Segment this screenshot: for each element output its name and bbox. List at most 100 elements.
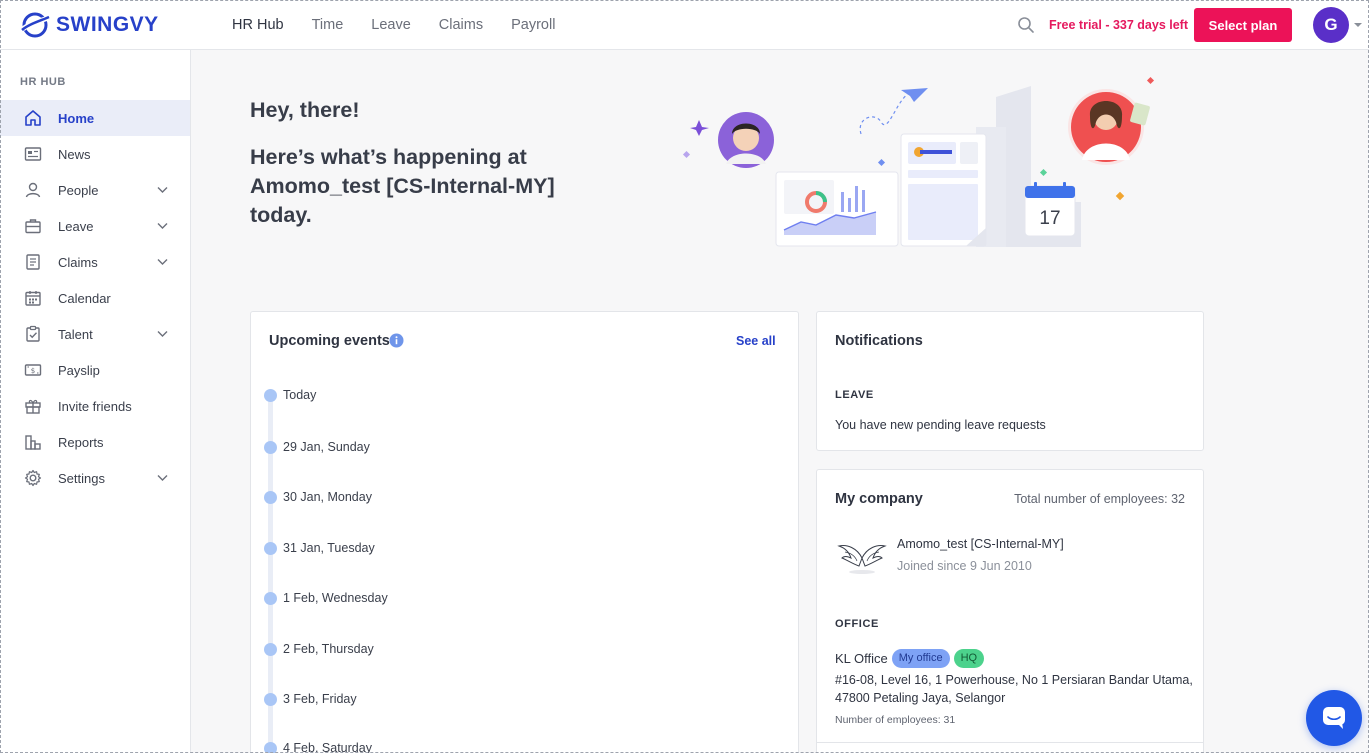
sidebar-item-settings[interactable]: Settings bbox=[0, 460, 190, 496]
timeline-dot bbox=[264, 440, 277, 454]
select-plan-button[interactable]: Select plan bbox=[1194, 8, 1292, 42]
gear-icon bbox=[24, 469, 42, 487]
sidebar-item-leave[interactable]: Leave bbox=[0, 208, 190, 244]
user-menu[interactable]: G bbox=[1313, 7, 1363, 43]
see-all-events-link[interactable]: See all bbox=[736, 334, 776, 348]
money-icon: $ bbox=[24, 364, 42, 376]
caret-down-icon[interactable] bbox=[1353, 20, 1363, 30]
event-day-label: 29 Jan, Sunday bbox=[283, 440, 370, 454]
sidebar-item-people[interactable]: People bbox=[0, 172, 190, 208]
sidebar-item-reports[interactable]: Reports bbox=[0, 424, 190, 460]
timeline-dot bbox=[264, 388, 277, 402]
event-day-label: 3 Feb, Friday bbox=[283, 692, 357, 706]
sidebar-item-label: Reports bbox=[58, 434, 104, 450]
company-logo-wings-icon bbox=[837, 545, 887, 574]
news-icon bbox=[24, 147, 42, 161]
svg-text:$: $ bbox=[31, 367, 35, 375]
chat-bubble-icon bbox=[1323, 707, 1345, 729]
event-day-item[interactable]: 1 Feb, Wednesday bbox=[264, 591, 388, 605]
event-day-label: 30 Jan, Monday bbox=[283, 490, 372, 504]
card-divider bbox=[817, 742, 1203, 743]
sidebar-item-label: Settings bbox=[58, 470, 105, 486]
timeline-dot bbox=[264, 741, 277, 753]
swingvy-logo[interactable]: SWINGVY bbox=[20, 10, 159, 40]
timeline-dot bbox=[264, 490, 277, 504]
nav-hr-hub[interactable]: HR Hub bbox=[232, 17, 284, 33]
sidebar-item-label: Home bbox=[58, 110, 95, 126]
event-day-item[interactable]: 29 Jan, Sunday bbox=[264, 440, 370, 454]
event-day-label: 1 Feb, Wednesday bbox=[283, 591, 388, 605]
receipt-icon bbox=[26, 254, 40, 270]
sidebar-item-talent[interactable]: Talent bbox=[0, 316, 190, 352]
nav-leave[interactable]: Leave bbox=[371, 17, 411, 33]
sidebar-item-label: Claims bbox=[58, 254, 98, 270]
sidebar-item-news[interactable]: News bbox=[0, 136, 190, 172]
notifications-title: Notifications bbox=[835, 333, 923, 349]
timeline-dot bbox=[264, 642, 277, 656]
swingvy-logo-icon bbox=[21, 12, 50, 38]
my-company-title: My company bbox=[835, 491, 923, 507]
brand-name: SWINGVY bbox=[56, 13, 159, 36]
sidebar-item-payslip[interactable]: $ Payslip bbox=[0, 352, 190, 388]
nav-claims[interactable]: Claims bbox=[439, 17, 483, 33]
chevron-down-icon[interactable] bbox=[157, 222, 168, 230]
sidebar-item-claims[interactable]: Claims bbox=[0, 244, 190, 280]
event-day-label: Today bbox=[283, 388, 317, 402]
gift-icon bbox=[25, 399, 41, 414]
company-name: Amomo_test [CS-Internal-MY] bbox=[897, 537, 1064, 551]
sidebar-item-label: Talent bbox=[58, 326, 93, 342]
office-header: KL Office My office HQ bbox=[835, 649, 988, 668]
event-day-item[interactable]: 31 Jan, Tuesday bbox=[264, 541, 375, 555]
nav-time[interactable]: Time bbox=[312, 17, 344, 33]
event-day-item[interactable]: 3 Feb, Friday bbox=[264, 692, 357, 706]
search-icon[interactable] bbox=[1017, 16, 1035, 34]
company-joined-date: Joined since 9 Jun 2010 bbox=[897, 559, 1032, 573]
sidebar-item-home[interactable]: Home bbox=[0, 100, 190, 136]
bar-chart-icon bbox=[25, 435, 41, 450]
upcoming-events-card: Upcoming events See all Today 29 Jan, Su… bbox=[250, 311, 799, 753]
notification-section-leave: LEAVE bbox=[835, 389, 874, 401]
info-icon[interactable] bbox=[389, 333, 404, 348]
sidebar-item-label: People bbox=[58, 182, 99, 198]
greeting-heading: Hey, there! bbox=[250, 98, 360, 122]
nav-payroll[interactable]: Payroll bbox=[511, 17, 555, 33]
trial-status[interactable]: Free trial - 337 days left bbox=[1049, 18, 1188, 32]
dashboard-illustration: 17 bbox=[682, 76, 1155, 247]
event-day-label: 4 Feb, Saturday bbox=[283, 741, 372, 753]
event-day-item[interactable]: 2 Feb, Thursday bbox=[264, 642, 374, 656]
event-day-item[interactable]: 4 Feb, Saturday bbox=[264, 741, 372, 753]
briefcase-icon bbox=[25, 219, 41, 234]
person-icon bbox=[25, 182, 41, 198]
sidebar: HR HUB Home News People Leave Claims Cal… bbox=[0, 50, 191, 753]
timeline-dot bbox=[264, 591, 277, 605]
total-employees-count: Total number of employees: 32 bbox=[1014, 492, 1185, 506]
my-office-badge: My office bbox=[891, 649, 950, 668]
chevron-down-icon[interactable] bbox=[157, 186, 168, 194]
timeline-dot bbox=[264, 541, 277, 555]
sidebar-item-label: News bbox=[58, 146, 91, 162]
chat-support-button[interactable] bbox=[1306, 690, 1362, 746]
sidebar-item-calendar[interactable]: Calendar bbox=[0, 280, 190, 316]
chevron-down-icon[interactable] bbox=[157, 258, 168, 266]
avatar[interactable]: G bbox=[1313, 7, 1349, 43]
office-name: KL Office bbox=[835, 651, 888, 666]
sidebar-item-label: Invite friends bbox=[58, 398, 132, 414]
leave-notification-message[interactable]: You have new pending leave requests bbox=[835, 418, 1046, 432]
sidebar-item-label: Calendar bbox=[58, 290, 111, 306]
sidebar-item-label: Payslip bbox=[58, 362, 100, 378]
timeline-dot bbox=[264, 692, 277, 706]
upcoming-events-title: Upcoming events bbox=[269, 333, 390, 349]
event-day-item[interactable]: Today bbox=[264, 388, 316, 402]
office-address: #16-08, Level 16, 1 Powerhouse, No 1 Per… bbox=[835, 673, 1193, 705]
chevron-down-icon[interactable] bbox=[157, 474, 168, 482]
top-bar: SWINGVY HR Hub Time Leave Claims Payroll… bbox=[0, 0, 1369, 50]
chevron-down-icon[interactable] bbox=[157, 330, 168, 338]
sidebar-item-invite-friends[interactable]: Invite friends bbox=[0, 388, 190, 424]
event-day-item[interactable]: 30 Jan, Monday bbox=[264, 490, 372, 504]
sidebar-menu: Home News People Leave Claims Calendar T… bbox=[0, 100, 190, 496]
header-actions: Free trial - 337 days left Select plan G bbox=[1017, 0, 1369, 50]
office-section-title: OFFICE bbox=[835, 618, 879, 630]
top-navigation: HR Hub Time Leave Claims Payroll bbox=[232, 0, 583, 50]
sidebar-item-label: Leave bbox=[58, 218, 94, 234]
hq-badge: HQ bbox=[953, 649, 985, 668]
